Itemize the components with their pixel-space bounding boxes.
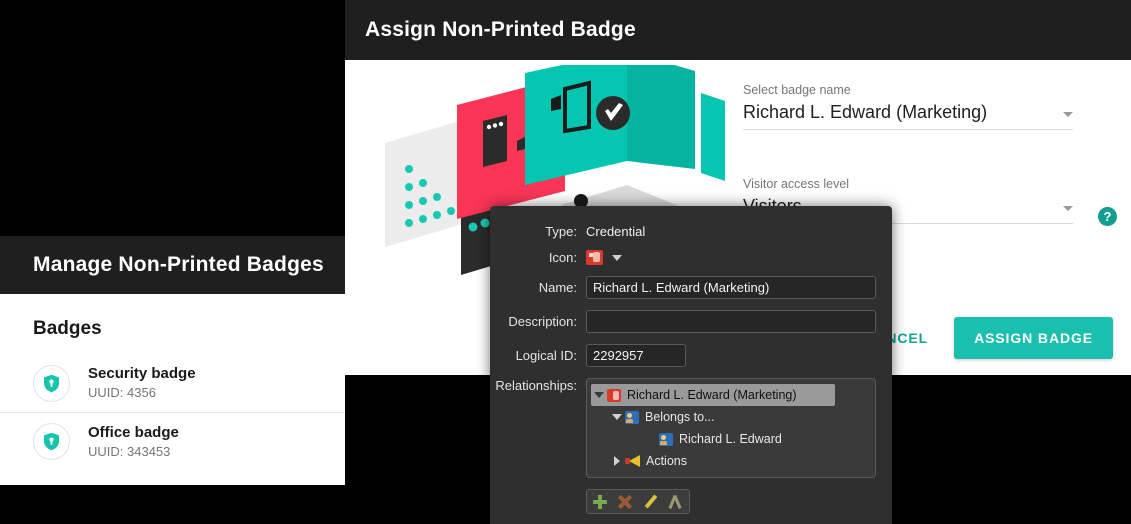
relationships-row: Relationships: Richard L. Edward (Market…: [490, 378, 876, 478]
expander-icon[interactable]: [609, 414, 625, 420]
properties-rows: Type: Credential Icon: Name: Description…: [490, 206, 892, 514]
list-item[interactable]: Security badge UUID: 4356: [0, 354, 345, 412]
person-card-icon: [625, 410, 639, 424]
unlink-relationship-button[interactable]: [666, 493, 686, 511]
logical-id-row: Logical ID:: [490, 344, 876, 367]
add-relationship-button[interactable]: [590, 493, 610, 511]
tree-node-label: Richard L. Edward: [679, 432, 782, 446]
list-item-text: Security badge UUID: 4356: [88, 365, 196, 401]
description-label: Description:: [508, 314, 577, 329]
expander-icon[interactable]: [591, 392, 607, 398]
type-value: Credential: [586, 224, 646, 239]
relationships-label: Relationships:: [495, 378, 577, 393]
chevron-down-icon[interactable]: [612, 254, 622, 261]
select-badge-name-select[interactable]: Richard L. Edward (Marketing): [743, 100, 1073, 130]
select-badge-name-value: Richard L. Edward (Marketing): [743, 102, 988, 122]
icon-row: Icon:: [490, 250, 876, 265]
name-row: Name:: [490, 276, 876, 299]
select-badge-name-field: Select badge name Richard L. Edward (Mar…: [743, 82, 1073, 130]
tree-node[interactable]: Actions: [609, 450, 875, 472]
type-row: Type: Credential: [490, 224, 876, 239]
delete-relationship-button[interactable]: [615, 493, 635, 511]
name-field[interactable]: [586, 276, 876, 299]
badge-list: Security badge UUID: 4356 Office badge U…: [0, 354, 345, 470]
logical-id-field[interactable]: [586, 344, 686, 367]
tree-node-label: Actions: [646, 454, 687, 468]
list-item[interactable]: Office badge UUID: 343453: [0, 412, 345, 470]
person-card-icon: [659, 432, 673, 446]
screen-root: Manage Non-Printed Badges Badges Securit…: [0, 0, 1131, 524]
edit-relationship-button[interactable]: [641, 493, 661, 511]
chevron-down-icon: [1063, 112, 1073, 117]
tree-node[interactable]: Belongs to...: [609, 406, 875, 428]
badge-uuid: UUID: 4356: [88, 385, 156, 400]
expander-icon[interactable]: [609, 456, 625, 466]
help-icon[interactable]: ?: [1098, 207, 1117, 226]
tree-node-label: Belongs to...: [645, 410, 715, 424]
manage-badges-panel: Manage Non-Printed Badges Badges Securit…: [0, 236, 345, 485]
description-row: Description:: [490, 310, 876, 333]
assign-form: Select badge name Richard L. Edward (Mar…: [743, 82, 1117, 226]
tree-node[interactable]: Richard L. Edward (Marketing): [591, 384, 835, 406]
name-label: Name:: [538, 280, 577, 295]
badges-section-heading: Badges: [33, 318, 102, 339]
credential-badge-icon[interactable]: [586, 250, 603, 265]
megaphone-icon: [625, 455, 640, 467]
relationships-tree[interactable]: Richard L. Edward (Marketing) Belongs to…: [586, 378, 876, 478]
manage-badges-header: Manage Non-Printed Badges: [0, 236, 345, 294]
badge-name: Security badge: [88, 365, 196, 382]
credential-properties-dialog: Type: Credential Icon: Name: Description…: [490, 206, 892, 524]
tree-node[interactable]: Richard L. Edward: [643, 428, 875, 450]
relationships-toolbar: [586, 489, 690, 514]
assign-badge-button[interactable]: ASSIGN BADGE: [954, 317, 1113, 359]
shield-icon: [33, 423, 70, 460]
modal-header: Assign Non-Printed Badge: [345, 0, 1131, 60]
type-label: Type:: [545, 224, 577, 239]
page-title: Assign Non-Printed Badge: [365, 18, 636, 41]
logical-id-label: Logical ID:: [515, 348, 577, 363]
badge-name: Office badge: [88, 423, 179, 441]
visitor-access-level-label: Visitor access level: [743, 177, 850, 191]
icon-label: Icon:: [548, 250, 577, 265]
manage-badges-body: Badges Security badge UUID: 4356 Office …: [0, 294, 345, 485]
manage-badges-title: Manage Non-Printed Badges: [33, 253, 324, 276]
tree-node-label: Richard L. Edward (Marketing): [627, 388, 797, 402]
shield-icon: [33, 364, 70, 402]
credential-badge-icon: [607, 388, 621, 402]
select-badge-name-label: Select badge name: [743, 83, 851, 97]
modal-actions: CANCEL ASSIGN BADGE: [858, 317, 1113, 359]
badge-uuid: UUID: 343453: [88, 443, 171, 459]
description-field[interactable]: [586, 310, 876, 333]
list-item-text: Office badge UUID: 343453: [88, 424, 179, 460]
chevron-down-icon: [1063, 206, 1073, 211]
